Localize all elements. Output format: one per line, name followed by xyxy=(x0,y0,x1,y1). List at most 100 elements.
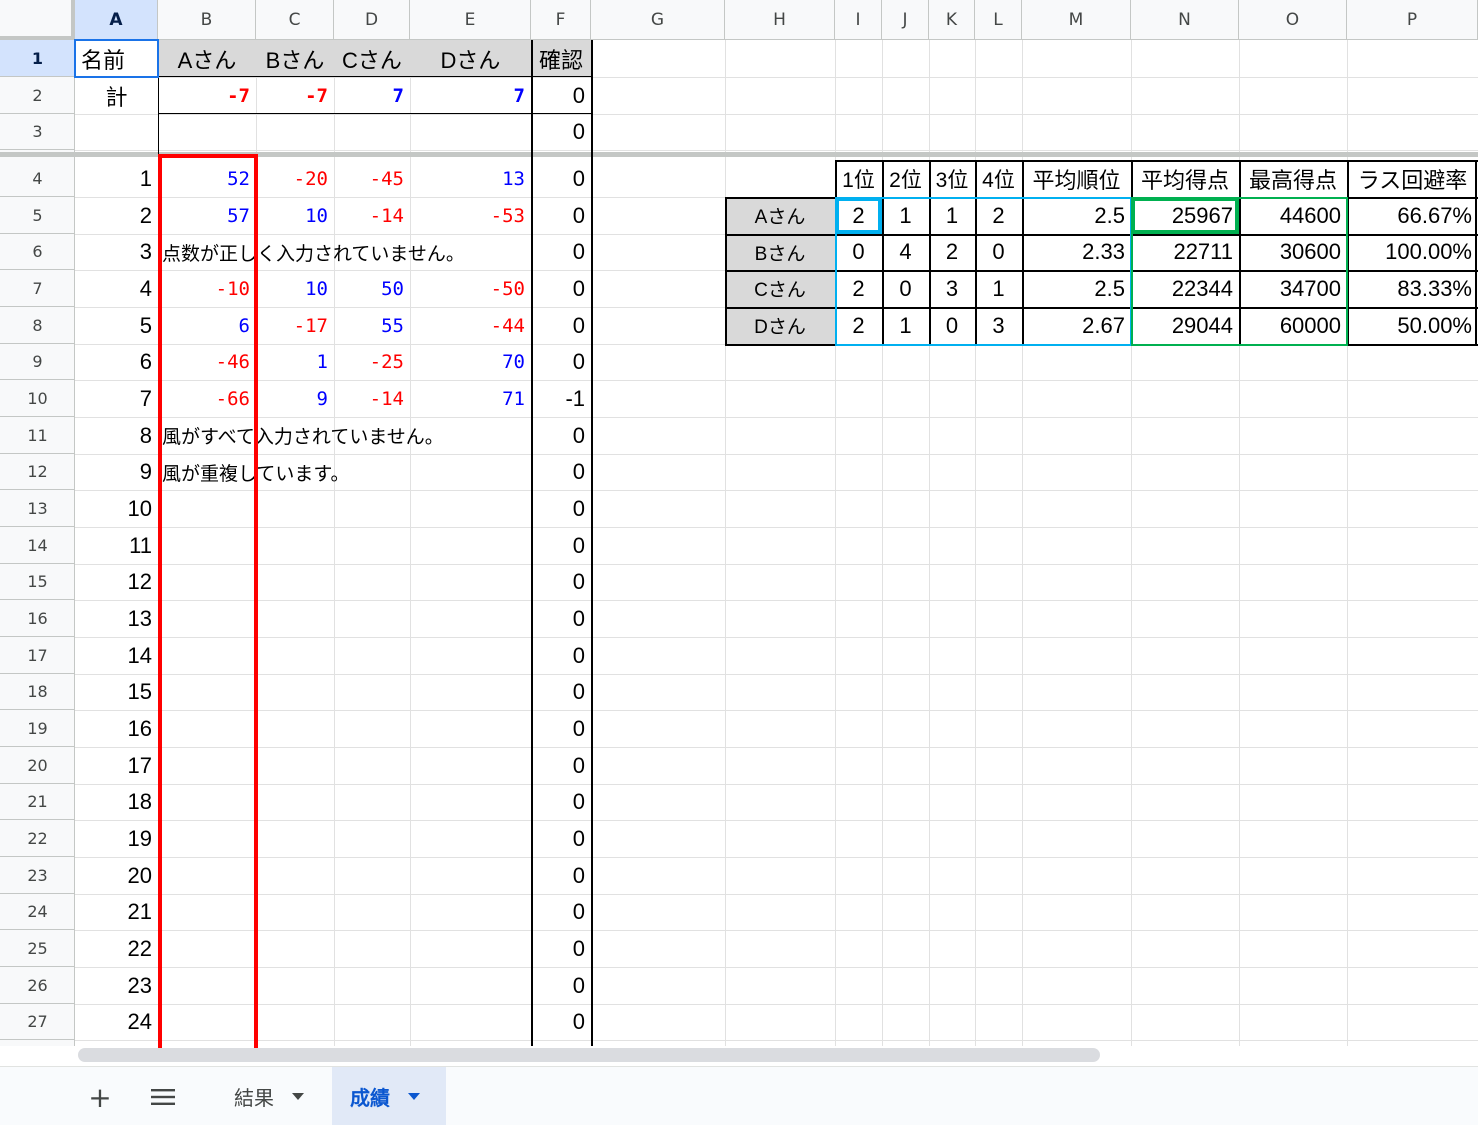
row-header[interactable]: 14 xyxy=(0,527,75,564)
column-header[interactable]: O xyxy=(1239,0,1347,40)
score-cell[interactable] xyxy=(256,490,334,527)
row-header[interactable]: 6 xyxy=(0,234,75,270)
score-cell[interactable]: -20 xyxy=(256,160,334,197)
score-cell[interactable] xyxy=(334,784,410,820)
stats-header-cell[interactable]: ラス回避率 xyxy=(1347,160,1478,197)
row-header[interactable]: 17 xyxy=(0,637,75,674)
stats-header-cell[interactable]: 平均得点 xyxy=(1131,160,1239,197)
score-cell[interactable] xyxy=(410,490,531,527)
score-cell[interactable] xyxy=(410,674,531,710)
score-cell[interactable]: -53 xyxy=(410,197,531,234)
score-cell[interactable] xyxy=(256,967,334,1004)
total-score-cell[interactable]: -7 xyxy=(256,77,334,114)
score-cell[interactable]: 70 xyxy=(410,344,531,380)
score-cell[interactable] xyxy=(256,930,334,967)
stats-header-cell[interactable]: 最高得点 xyxy=(1239,160,1347,197)
check-cell[interactable]: 0 xyxy=(531,77,591,114)
game-number-cell[interactable]: 9 xyxy=(75,454,158,490)
score-cell[interactable]: 13 xyxy=(410,160,531,197)
row-header[interactable]: 15 xyxy=(0,564,75,600)
row-header[interactable]: 22 xyxy=(0,820,75,857)
score-cell[interactable] xyxy=(334,564,410,600)
stats-header-cell[interactable]: 3位 xyxy=(929,160,975,197)
game-number-cell[interactable]: 17 xyxy=(75,747,158,784)
game-number-cell[interactable]: 23 xyxy=(75,967,158,1004)
score-cell[interactable] xyxy=(256,674,334,710)
score-cell[interactable] xyxy=(256,564,334,600)
row-header[interactable]: 11 xyxy=(0,417,75,454)
check-cell[interactable]: 0 xyxy=(531,967,591,1004)
game-number-cell[interactable]: 8 xyxy=(75,417,158,454)
stats-header-cell[interactable]: 4位 xyxy=(975,160,1022,197)
row-header[interactable]: 19 xyxy=(0,710,75,747)
check-cell[interactable]: 0 xyxy=(531,564,591,600)
score-cell[interactable] xyxy=(334,637,410,674)
check-cell[interactable]: 0 xyxy=(531,307,591,344)
check-cell[interactable]: 0 xyxy=(531,527,591,564)
score-cell[interactable] xyxy=(410,820,531,857)
score-cell[interactable] xyxy=(256,894,334,930)
player-header-cell[interactable]: Dさん xyxy=(410,40,531,77)
game-number-cell[interactable]: 14 xyxy=(75,637,158,674)
score-cell[interactable] xyxy=(410,564,531,600)
score-cell[interactable] xyxy=(410,894,531,930)
player-header-cell[interactable]: Bさん xyxy=(256,40,334,77)
check-cell[interactable]: 0 xyxy=(531,820,591,857)
score-cell[interactable] xyxy=(256,820,334,857)
score-cell[interactable] xyxy=(256,784,334,820)
chevron-down-icon[interactable] xyxy=(292,1092,304,1100)
row-header[interactable]: 16 xyxy=(0,600,75,637)
score-cell[interactable] xyxy=(334,1004,410,1040)
score-cell[interactable]: -17 xyxy=(256,307,334,344)
score-cell[interactable] xyxy=(334,674,410,710)
row-header[interactable]: 4 xyxy=(0,160,75,197)
score-cell[interactable] xyxy=(334,747,410,784)
game-number-cell[interactable]: 4 xyxy=(75,270,158,307)
sheet-tab-kekka[interactable]: 結果 xyxy=(216,1067,328,1125)
score-cell[interactable] xyxy=(334,600,410,637)
column-header[interactable]: L xyxy=(975,0,1022,40)
score-cell[interactable]: -50 xyxy=(410,270,531,307)
column-header[interactable]: J xyxy=(882,0,929,40)
sheet-tab-seiseki[interactable]: 成績 xyxy=(332,1067,446,1125)
stats-corner-cell[interactable] xyxy=(725,160,835,197)
game-number-cell[interactable]: 5 xyxy=(75,307,158,344)
game-number-cell[interactable]: 15 xyxy=(75,674,158,710)
total-score-cell[interactable]: -7 xyxy=(158,77,256,114)
score-cell[interactable] xyxy=(334,527,410,564)
row-header[interactable]: 18 xyxy=(0,674,75,710)
column-header[interactable]: D xyxy=(334,0,410,40)
player-header-cell[interactable]: Aさん xyxy=(158,40,256,77)
game-number-cell[interactable]: 16 xyxy=(75,710,158,747)
stats-value-cell[interactable]: 100.00% xyxy=(1347,234,1478,270)
game-number-cell[interactable]: 11 xyxy=(75,527,158,564)
score-cell[interactable]: 71 xyxy=(410,380,531,417)
game-number-cell[interactable]: 18 xyxy=(75,784,158,820)
score-cell[interactable] xyxy=(410,930,531,967)
score-cell[interactable] xyxy=(334,967,410,1004)
score-cell[interactable] xyxy=(256,600,334,637)
column-header[interactable]: M xyxy=(1022,0,1131,40)
check-cell[interactable]: 0 xyxy=(531,784,591,820)
game-number-cell[interactable]: 19 xyxy=(75,820,158,857)
row-header[interactable]: 8 xyxy=(0,307,75,344)
column-header[interactable]: P xyxy=(1347,0,1478,40)
stats-player-cell[interactable]: Aさん xyxy=(725,197,835,234)
check-cell[interactable]: 0 xyxy=(531,1004,591,1040)
score-cell[interactable]: 10 xyxy=(256,197,334,234)
score-cell[interactable]: -14 xyxy=(334,380,410,417)
row-header[interactable]: 26 xyxy=(0,967,75,1004)
score-cell[interactable] xyxy=(256,710,334,747)
column-header[interactable]: I xyxy=(835,0,882,40)
check-cell[interactable]: 0 xyxy=(531,674,591,710)
row-header[interactable]: 23 xyxy=(0,857,75,894)
stats-value-cell[interactable]: 50.00% xyxy=(1347,307,1478,344)
check-cell[interactable]: 0 xyxy=(531,270,591,307)
row-header[interactable]: 27 xyxy=(0,1004,75,1040)
column-header[interactable]: E xyxy=(410,0,531,40)
column-header[interactable]: F xyxy=(531,0,591,40)
stats-header-cell[interactable]: 2位 xyxy=(882,160,929,197)
check-cell[interactable]: -1 xyxy=(531,380,591,417)
row-header[interactable]: 25 xyxy=(0,930,75,967)
score-cell[interactable] xyxy=(334,930,410,967)
